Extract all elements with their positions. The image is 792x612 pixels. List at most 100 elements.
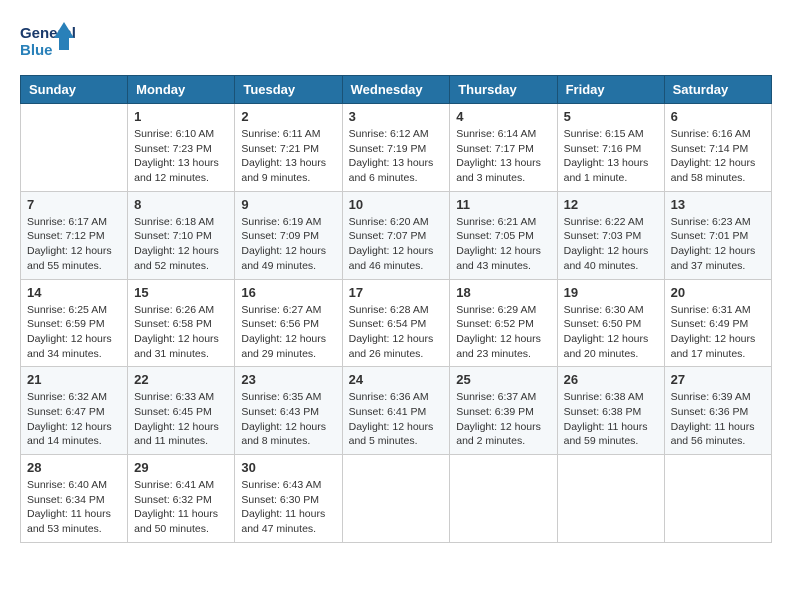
day-info: Sunrise: 6:15 AMSunset: 7:16 PMDaylight:… — [564, 127, 658, 186]
calendar-day-cell: 11 Sunrise: 6:21 AMSunset: 7:05 PMDayligh… — [450, 191, 557, 279]
day-number: 24 — [349, 372, 444, 387]
day-number: 15 — [134, 285, 228, 300]
day-number: 7 — [27, 197, 121, 212]
day-info: Sunrise: 6:38 AMSunset: 6:38 PMDaylight:… — [564, 390, 658, 449]
day-number: 13 — [671, 197, 765, 212]
day-info: Sunrise: 6:23 AMSunset: 7:01 PMDaylight:… — [671, 215, 765, 274]
weekday-header: Saturday — [664, 76, 771, 104]
calendar-day-cell: 3 Sunrise: 6:12 AMSunset: 7:19 PMDaylight… — [342, 104, 450, 192]
weekday-header: Tuesday — [235, 76, 342, 104]
day-info: Sunrise: 6:12 AMSunset: 7:19 PMDaylight:… — [349, 127, 444, 186]
calendar-day-cell: 26Sunrise: 6:38 AMSunset: 6:38 PMDayligh… — [557, 367, 664, 455]
calendar-week-row: 21 Sunrise: 6:32 AMSunset: 6:47 PMDayligh… — [21, 367, 772, 455]
day-info: Sunrise: 6:40 AMSunset: 6:34 PMDaylight:… — [27, 478, 121, 537]
day-number: 27 — [671, 372, 765, 387]
calendar-day-cell: 17 Sunrise: 6:28 AMSunset: 6:54 PMDayligh… — [342, 279, 450, 367]
calendar-day-cell: 30 Sunrise: 6:43 AMSunset: 6:30 PMDayligh… — [235, 455, 342, 543]
calendar-day-cell — [557, 455, 664, 543]
calendar-day-cell — [342, 455, 450, 543]
day-info: Sunrise: 6:30 AMSunset: 6:50 PMDaylight:… — [564, 303, 658, 362]
day-info: Sunrise: 6:20 AMSunset: 7:07 PMDaylight:… — [349, 215, 444, 274]
calendar-week-row: 28Sunrise: 6:40 AMSunset: 6:34 PMDayligh… — [21, 455, 772, 543]
day-info: Sunrise: 6:26 AMSunset: 6:58 PMDaylight:… — [134, 303, 228, 362]
calendar-day-cell — [21, 104, 128, 192]
calendar-day-cell: 6Sunrise: 6:16 AMSunset: 7:14 PMDaylight… — [664, 104, 771, 192]
day-number: 25 — [456, 372, 550, 387]
day-info: Sunrise: 6:41 AMSunset: 6:32 PMDaylight:… — [134, 478, 228, 537]
day-number: 6 — [671, 109, 765, 124]
calendar-day-cell: 25Sunrise: 6:37 AMSunset: 6:39 PMDayligh… — [450, 367, 557, 455]
weekday-header: Monday — [128, 76, 235, 104]
day-number: 12 — [564, 197, 658, 212]
day-info: Sunrise: 6:33 AMSunset: 6:45 PMDaylight:… — [134, 390, 228, 449]
day-number: 16 — [241, 285, 335, 300]
calendar-day-cell — [450, 455, 557, 543]
calendar-table: SundayMondayTuesdayWednesdayThursdayFrid… — [20, 75, 772, 543]
day-number: 21 — [27, 372, 121, 387]
calendar-day-cell: 13 Sunrise: 6:23 AMSunset: 7:01 PMDayligh… — [664, 191, 771, 279]
calendar-week-row: 14 Sunrise: 6:25 AMSunset: 6:59 PMDayligh… — [21, 279, 772, 367]
day-info: Sunrise: 6:18 AMSunset: 7:10 PMDaylight:… — [134, 215, 228, 274]
logo: General Blue — [20, 20, 75, 65]
day-info: Sunrise: 6:11 AMSunset: 7:21 PMDaylight:… — [241, 127, 335, 186]
day-info: Sunrise: 6:21 AMSunset: 7:05 PMDaylight:… — [456, 215, 550, 274]
day-info: Sunrise: 6:28 AMSunset: 6:54 PMDaylight:… — [349, 303, 444, 362]
calendar-day-cell: 18 Sunrise: 6:29 AMSunset: 6:52 PMDayligh… — [450, 279, 557, 367]
day-number: 19 — [564, 285, 658, 300]
calendar-day-cell: 8Sunrise: 6:18 AMSunset: 7:10 PMDaylight… — [128, 191, 235, 279]
calendar-day-cell: 24 Sunrise: 6:36 AMSunset: 6:41 PMDayligh… — [342, 367, 450, 455]
weekday-header: Thursday — [450, 76, 557, 104]
day-info: Sunrise: 6:39 AMSunset: 6:36 PMDaylight:… — [671, 390, 765, 449]
day-info: Sunrise: 6:19 AMSunset: 7:09 PMDaylight:… — [241, 215, 335, 274]
calendar-day-cell: 20Sunrise: 6:31 AMSunset: 6:49 PMDayligh… — [664, 279, 771, 367]
calendar-header-row: SundayMondayTuesdayWednesdayThursdayFrid… — [21, 76, 772, 104]
calendar-day-cell: 15 Sunrise: 6:26 AMSunset: 6:58 PMDayligh… — [128, 279, 235, 367]
calendar-day-cell: 23 Sunrise: 6:35 AMSunset: 6:43 PMDayligh… — [235, 367, 342, 455]
day-info: Sunrise: 6:22 AMSunset: 7:03 PMDaylight:… — [564, 215, 658, 274]
calendar-day-cell: 19 Sunrise: 6:30 AMSunset: 6:50 PMDayligh… — [557, 279, 664, 367]
day-info: Sunrise: 6:31 AMSunset: 6:49 PMDaylight:… — [671, 303, 765, 362]
calendar-day-cell: 10 Sunrise: 6:20 AMSunset: 7:07 PMDayligh… — [342, 191, 450, 279]
page-header: General Blue — [20, 20, 772, 65]
day-number: 30 — [241, 460, 335, 475]
calendar-day-cell: 27 Sunrise: 6:39 AMSunset: 6:36 PMDayligh… — [664, 367, 771, 455]
day-info: Sunrise: 6:43 AMSunset: 6:30 PMDaylight:… — [241, 478, 335, 537]
svg-text:Blue: Blue — [20, 42, 53, 59]
day-number: 4 — [456, 109, 550, 124]
logo-icon: General Blue — [20, 20, 75, 65]
weekday-header: Friday — [557, 76, 664, 104]
day-info: Sunrise: 6:25 AMSunset: 6:59 PMDaylight:… — [27, 303, 121, 362]
calendar-day-cell: 4 Sunrise: 6:14 AMSunset: 7:17 PMDaylight… — [450, 104, 557, 192]
day-info: Sunrise: 6:14 AMSunset: 7:17 PMDaylight:… — [456, 127, 550, 186]
calendar-day-cell: 28Sunrise: 6:40 AMSunset: 6:34 PMDayligh… — [21, 455, 128, 543]
weekday-header: Wednesday — [342, 76, 450, 104]
day-number: 22 — [134, 372, 228, 387]
day-number: 23 — [241, 372, 335, 387]
day-number: 10 — [349, 197, 444, 212]
day-number: 5 — [564, 109, 658, 124]
calendar-day-cell: 22 Sunrise: 6:33 AMSunset: 6:45 PMDayligh… — [128, 367, 235, 455]
calendar-day-cell: 14 Sunrise: 6:25 AMSunset: 6:59 PMDayligh… — [21, 279, 128, 367]
day-number: 18 — [456, 285, 550, 300]
calendar-day-cell: 12 Sunrise: 6:22 AMSunset: 7:03 PMDayligh… — [557, 191, 664, 279]
calendar-day-cell: 7 Sunrise: 6:17 AMSunset: 7:12 PMDaylight… — [21, 191, 128, 279]
day-info: Sunrise: 6:36 AMSunset: 6:41 PMDaylight:… — [349, 390, 444, 449]
day-number: 2 — [241, 109, 335, 124]
calendar-week-row: 7 Sunrise: 6:17 AMSunset: 7:12 PMDaylight… — [21, 191, 772, 279]
day-info: Sunrise: 6:29 AMSunset: 6:52 PMDaylight:… — [456, 303, 550, 362]
day-info: Sunrise: 6:10 AMSunset: 7:23 PMDaylight:… — [134, 127, 228, 186]
day-number: 11 — [456, 197, 550, 212]
calendar-day-cell: 16 Sunrise: 6:27 AMSunset: 6:56 PMDayligh… — [235, 279, 342, 367]
day-info: Sunrise: 6:17 AMSunset: 7:12 PMDaylight:… — [27, 215, 121, 274]
weekday-header: Sunday — [21, 76, 128, 104]
day-number: 14 — [27, 285, 121, 300]
calendar-day-cell: 29Sunrise: 6:41 AMSunset: 6:32 PMDayligh… — [128, 455, 235, 543]
calendar-day-cell: 5 Sunrise: 6:15 AMSunset: 7:16 PMDaylight… — [557, 104, 664, 192]
calendar-day-cell: 2 Sunrise: 6:11 AMSunset: 7:21 PMDaylight… — [235, 104, 342, 192]
day-info: Sunrise: 6:35 AMSunset: 6:43 PMDaylight:… — [241, 390, 335, 449]
calendar-day-cell: 21 Sunrise: 6:32 AMSunset: 6:47 PMDayligh… — [21, 367, 128, 455]
day-info: Sunrise: 6:27 AMSunset: 6:56 PMDaylight:… — [241, 303, 335, 362]
day-info: Sunrise: 6:32 AMSunset: 6:47 PMDaylight:… — [27, 390, 121, 449]
day-number: 17 — [349, 285, 444, 300]
day-number: 3 — [349, 109, 444, 124]
